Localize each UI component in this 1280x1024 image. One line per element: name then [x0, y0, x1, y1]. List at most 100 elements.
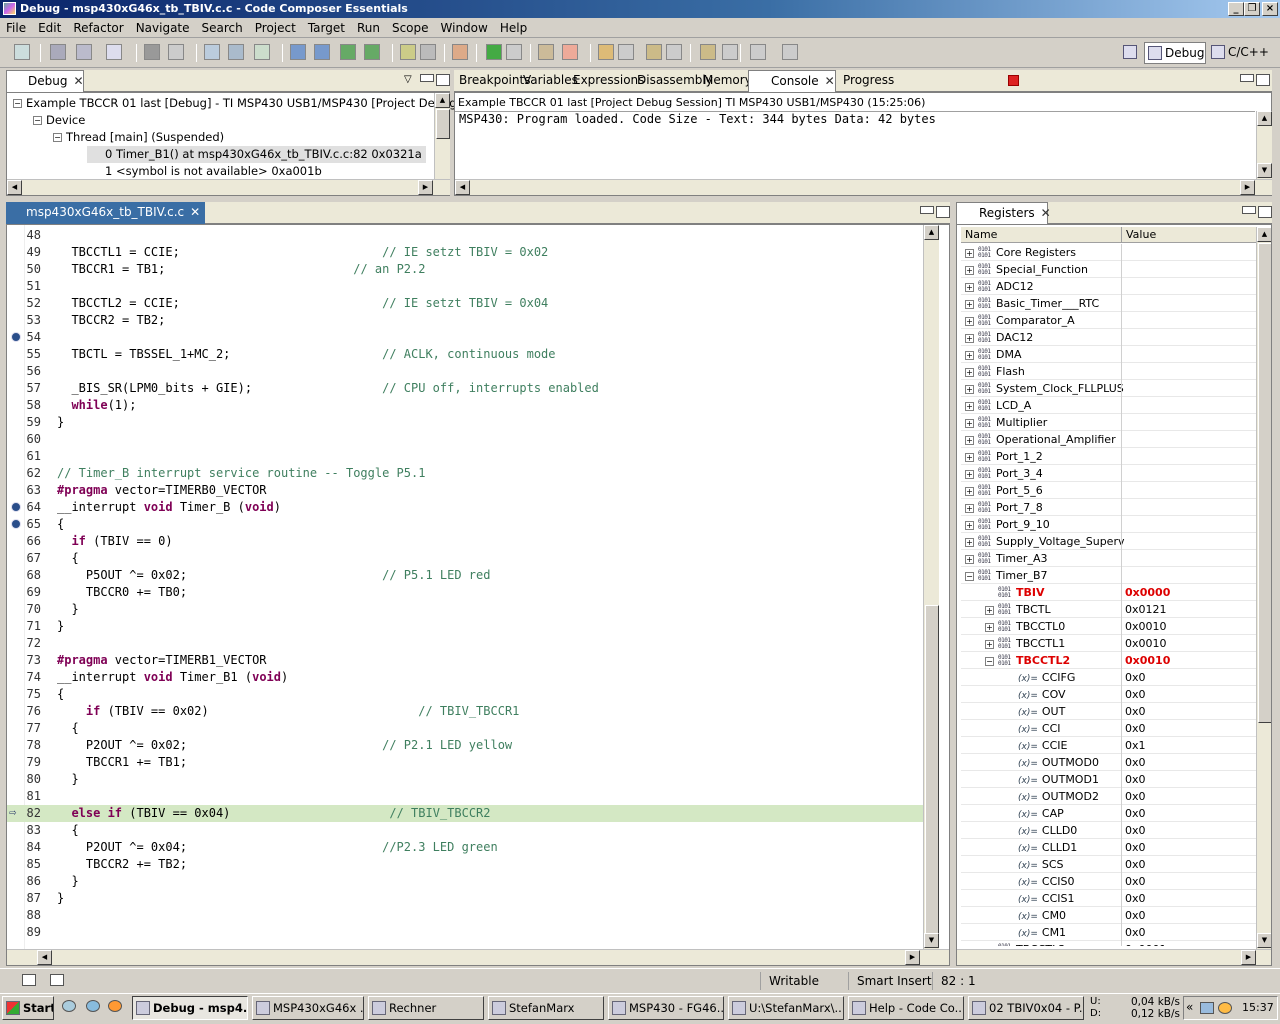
close-icon[interactable]: ✕ [1041, 206, 1051, 220]
code-line[interactable]: 49 TBCCTL1 = CCIE; // IE setzt TBIV = 0x… [7, 244, 927, 261]
code-line[interactable]: 76 if (TBIV == 0x02) // TBIV_TBCCR1 [7, 703, 927, 720]
register-group[interactable]: +0101 0101 Basic_Timer___RTC [961, 295, 1257, 312]
editor-tab[interactable]: msp430xG46x_tb_TBIV.c.c ✕ [6, 202, 206, 224]
minimize-view-icon[interactable] [1242, 206, 1256, 214]
scroll-thumb[interactable] [925, 605, 939, 935]
menu-edit[interactable]: Edit [32, 18, 67, 38]
expand-icon[interactable]: + [965, 452, 974, 462]
register-group[interactable]: +0101 0101 DAC12 [961, 329, 1257, 346]
tab-progress[interactable]: Progress [838, 70, 899, 92]
scroll-left-icon[interactable]: ◀ [37, 950, 52, 965]
register-row[interactable]: +01010101 TBCCTL3 0x0001 [961, 941, 1257, 946]
minimize-button[interactable]: _ [1228, 2, 1244, 16]
code-line[interactable]: 63 #pragma vector=TIMERB0_VECTOR [7, 482, 927, 499]
register-field[interactable]: (x)= CCIS1 0x0 [961, 890, 1257, 907]
register-group[interactable]: +0101 0101 Supply_Voltage_Superv [961, 533, 1257, 550]
expand-icon[interactable]: + [965, 367, 974, 377]
code-line[interactable]: 54 [7, 329, 927, 346]
collapse-icon[interactable]: − [53, 133, 62, 142]
register-field[interactable]: (x)= CCIFG 0x0 [961, 669, 1257, 686]
expand-icon[interactable]: + [965, 554, 974, 564]
scroll-thumb[interactable] [436, 109, 450, 139]
scroll-up-icon[interactable]: ▲ [924, 225, 939, 240]
collapse-icon[interactable]: − [33, 116, 42, 125]
register-field[interactable]: (x)= CM0 0x0 [961, 907, 1257, 924]
toolbar-button-icon[interactable] [598, 44, 614, 60]
toolbar-button-icon[interactable] [228, 44, 244, 60]
taskbar-button[interactable]: 02 TBIV0x04 - P... [968, 996, 1084, 1020]
scroll-right-icon[interactable]: ▶ [418, 180, 433, 195]
toolbar-button-icon[interactable] [700, 44, 716, 60]
register-group[interactable]: +0101 0101 DMA [961, 346, 1257, 363]
code-line[interactable]: 52 TBCCTL2 = CCIE; // IE setzt TBIV = 0x… [7, 295, 927, 312]
toolbar-button-icon[interactable] [562, 44, 578, 60]
menu-target[interactable]: Target [302, 18, 351, 38]
code-line[interactable]: 72 [7, 635, 927, 652]
register-group[interactable]: +0101 0101 Multiplier [961, 414, 1257, 431]
toolbar-button-icon[interactable] [722, 44, 738, 60]
toolbar-button-icon[interactable] [782, 44, 798, 60]
expand-icon[interactable]: + [965, 503, 974, 513]
menu-scope[interactable]: Scope [386, 18, 435, 38]
code-line[interactable]: 58 while(1); [7, 397, 927, 414]
expand-icon[interactable]: + [965, 316, 974, 326]
register-group[interactable]: +0101 0101 Timer_A3 [961, 550, 1257, 567]
register-group[interactable]: +0101 0101 ADC12 [961, 278, 1257, 295]
taskbar-button[interactable]: Rechner [368, 996, 484, 1020]
console-status-icon[interactable] [50, 974, 64, 986]
expand-icon[interactable]: + [965, 384, 974, 394]
register-field[interactable]: (x)= OUTMOD1 0x0 [961, 771, 1257, 788]
code-line[interactable]: 86 } [7, 873, 927, 890]
toolbar-button-icon[interactable] [340, 44, 356, 60]
code-line[interactable]: 53 TBCCR2 = TB2; [7, 312, 927, 329]
code-line[interactable]: 51 [7, 278, 927, 295]
code-line[interactable]: 75 { [7, 686, 927, 703]
perspective-cpp[interactable]: C/C++ [1208, 42, 1270, 64]
code-line[interactable]: 82 else if (TBIV == 0x04) // TBIV_TBCCR2 [7, 805, 927, 822]
scroll-right-icon[interactable]: ▶ [1241, 950, 1256, 965]
toolbar-button-icon[interactable] [314, 44, 330, 60]
debug-scrollbar-h[interactable]: ◀ ▶ [7, 179, 450, 195]
register-group[interactable]: −0101 0101 Timer_B7 [961, 567, 1257, 584]
registers-scrollbar-h[interactable]: ▶ [957, 949, 1271, 965]
register-field[interactable]: (x)= CCIE 0x1 [961, 737, 1257, 754]
code-line[interactable]: 48 [7, 227, 927, 244]
expand-icon[interactable]: + [985, 622, 994, 632]
toolbar-button-icon[interactable] [204, 44, 220, 60]
register-field[interactable]: (x)= CCI 0x0 [961, 720, 1257, 737]
console-scrollbar-h[interactable]: ◀ ▶ [455, 179, 1272, 195]
register-row[interactable]: −0101 0101 TBCCTL2 0x0010 [961, 652, 1257, 669]
tab-console[interactable]: Console ✕ [748, 70, 836, 92]
code-line[interactable]: 59} [7, 414, 927, 431]
code-line[interactable]: 71} [7, 618, 927, 635]
ie2-quicklaunch-icon[interactable] [86, 1000, 100, 1012]
console-scrollbar-v[interactable]: ▲ ▼ [1256, 111, 1272, 179]
register-row[interactable]: +0101 0101 TBCCTL1 0x0010 [961, 635, 1257, 652]
register-field[interactable]: (x)= OUTMOD2 0x0 [961, 788, 1257, 805]
register-field[interactable]: (x)= CLLD0 0x0 [961, 822, 1257, 839]
maximize-view-icon[interactable] [1258, 206, 1272, 218]
tree-item-device[interactable]: − Device [33, 112, 85, 129]
toolbar-button-icon[interactable] [290, 44, 306, 60]
register-group[interactable]: +0101 0101 Special_Function [961, 261, 1257, 278]
toolbar-button-icon[interactable] [750, 44, 766, 60]
toolbar-button-icon[interactable] [106, 44, 122, 60]
code-line[interactable]: 78 P2OUT ^= 0x02; // P2.1 LED yellow [7, 737, 927, 754]
code-line[interactable]: 80 } [7, 771, 927, 788]
code-line[interactable]: 73 #pragma vector=TIMERB1_VECTOR [7, 652, 927, 669]
expand-icon[interactable]: + [965, 486, 974, 496]
toolbar-button-icon[interactable] [50, 44, 66, 60]
scroll-right-icon[interactable]: ▶ [905, 950, 920, 965]
taskbar-button[interactable]: MSP430 - FG46... [608, 996, 724, 1020]
toolbar-button-icon[interactable] [506, 44, 522, 60]
column-name[interactable]: Name [965, 228, 997, 241]
register-field[interactable]: (x)= SCS 0x0 [961, 856, 1257, 873]
code-line[interactable]: 67 { [7, 550, 927, 567]
taskbar-button[interactable]: MSP430xG46x ... [252, 996, 364, 1020]
stack-frame-1[interactable]: 1 <symbol is not available> 0xa001b [87, 163, 322, 180]
toolbar-button-icon[interactable] [538, 44, 554, 60]
register-field[interactable]: (x)= CM1 0x0 [961, 924, 1257, 941]
toolbar-button-icon[interactable] [144, 44, 160, 60]
minimize-view-icon[interactable] [420, 74, 434, 82]
firefox-quicklaunch-icon[interactable] [108, 1000, 122, 1012]
